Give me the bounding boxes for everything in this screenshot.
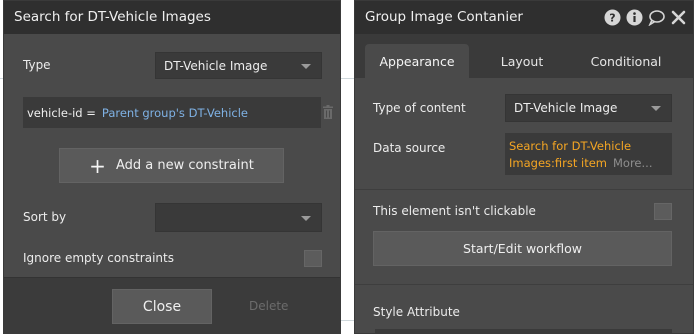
tab-conditional[interactable]: Conditional: [575, 44, 677, 78]
type-dropdown[interactable]: DT-Vehicle Image: [155, 52, 322, 79]
help-icon[interactable]: ?: [604, 9, 621, 26]
chevron-down-icon: [301, 63, 311, 69]
canvas-gridline: [341, 320, 354, 321]
search-panel-footer: Close Delete: [4, 277, 340, 334]
chevron-down-icon: [651, 106, 661, 111]
type-of-content-label: Type of content: [373, 101, 466, 115]
type-of-content-value: DT-Vehicle Image: [514, 101, 618, 115]
chevron-down-icon: [301, 215, 311, 221]
close-button[interactable]: Close: [112, 289, 212, 324]
not-clickable-label: This element isn't clickable: [373, 204, 536, 218]
not-clickable-checkbox[interactable]: [654, 203, 672, 220]
type-label: Type: [23, 58, 51, 72]
search-editor-panel: Search for DT-Vehicle Images Type DT-Veh…: [3, 0, 341, 334]
section-divider: [355, 189, 693, 190]
style-attribute-label: Style Attribute: [373, 305, 460, 319]
type-dropdown-value: DT-Vehicle Image: [164, 58, 268, 73]
tab-layout[interactable]: Layout: [473, 44, 571, 78]
sort-by-label: Sort by: [23, 210, 67, 224]
data-source-label: Data source: [373, 141, 446, 155]
data-source-field[interactable]: Search for DT-Vehicle Images:first item M…: [505, 133, 672, 175]
sort-by-dropdown[interactable]: [155, 203, 322, 232]
constraint-value[interactable]: Parent group's DT-Vehicle: [102, 106, 248, 120]
constraint-row[interactable]: vehicle-id = Parent group's DT-Vehicle: [23, 97, 321, 128]
comment-icon[interactable]: [648, 9, 665, 26]
trash-icon[interactable]: [322, 105, 334, 119]
svg-text:?: ?: [609, 12, 615, 25]
style-attribute-dropdown[interactable]: [375, 329, 672, 334]
type-of-content-dropdown[interactable]: DT-Vehicle Image: [505, 94, 672, 122]
data-source-more-link[interactable]: More...: [613, 156, 652, 170]
start-edit-workflow-button[interactable]: Start/Edit workflow: [373, 231, 672, 266]
ignore-empty-label: Ignore empty constraints: [23, 251, 174, 265]
delete-button[interactable]: Delete: [249, 299, 288, 313]
constraint-key[interactable]: vehicle-id =: [27, 106, 96, 120]
info-icon[interactable]: [626, 9, 643, 26]
canvas-gridline: [341, 78, 354, 79]
search-panel-title[interactable]: Search for DT-Vehicle Images: [4, 1, 340, 34]
element-property-panel: Group Image Contanier ? Appearance Layou…: [354, 0, 694, 334]
element-name[interactable]: Group Image Contanier: [365, 9, 523, 25]
section-divider: [355, 284, 693, 285]
property-tabs: Appearance Layout Conditional: [355, 34, 693, 78]
add-constraint-label: Add a new constraint: [115, 158, 254, 173]
plus-icon: +: [89, 153, 106, 178]
close-icon[interactable]: [670, 9, 687, 26]
title-icons: ?: [604, 9, 687, 26]
tab-appearance[interactable]: Appearance: [365, 44, 469, 78]
element-panel-title: Group Image Contanier ?: [355, 1, 693, 34]
add-constraint-button[interactable]: + Add a new constraint: [59, 148, 284, 183]
ignore-empty-checkbox[interactable]: [304, 250, 322, 267]
